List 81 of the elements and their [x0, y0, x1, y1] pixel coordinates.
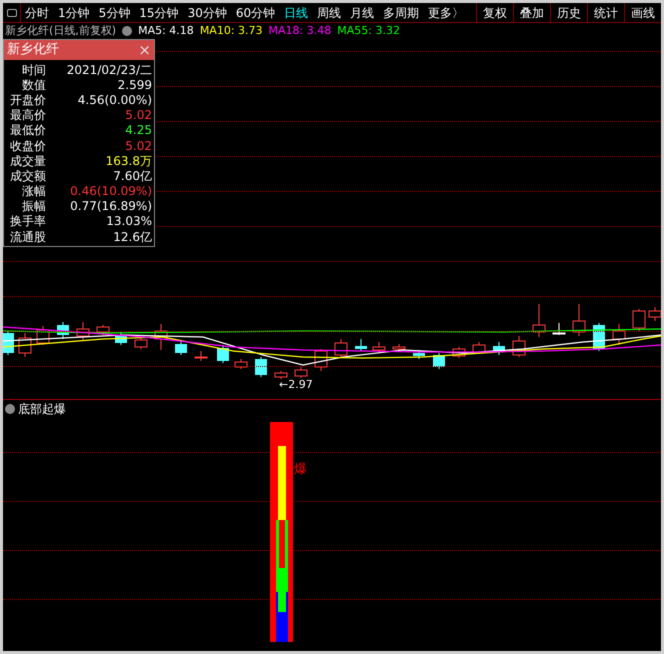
field-value: 4.25: [125, 122, 152, 140]
field-label: 成交量: [9, 152, 46, 170]
field-value: 12.6亿: [113, 228, 152, 246]
candlestick: [274, 370, 288, 380]
field-value: 2021/02/23/二: [66, 62, 152, 79]
candlestick: [452, 346, 466, 358]
candlestick: [355, 338, 367, 352]
field-label: 换手率: [9, 213, 46, 230]
dropdown-icon[interactable]: [122, 26, 132, 36]
toolbar-button[interactable]: 统计: [587, 3, 624, 22]
popup-title: 新乡化纤: [7, 41, 59, 60]
indicator-title: 底部起爆: [18, 401, 66, 418]
candlestick: [392, 344, 406, 352]
field-value: 7.60亿: [113, 168, 152, 185]
field-value: 0.46(10.09%): [70, 183, 152, 200]
period-tab[interactable]: 1分钟: [58, 4, 90, 22]
period-tab[interactable]: 更多〉: [428, 4, 464, 22]
candlestick: [217, 344, 229, 364]
candlestick: [154, 324, 168, 350]
signal-label: 爆: [294, 461, 307, 479]
field-label: 涨幅: [21, 183, 46, 200]
candlestick: [234, 358, 248, 370]
candlestick: [96, 324, 110, 336]
candlestick: [334, 338, 348, 358]
candlestick: [612, 324, 626, 346]
period-tab[interactable]: 日线: [284, 4, 308, 22]
toolbar-button[interactable]: 历史: [550, 3, 587, 22]
field-value: 13.03%: [106, 213, 152, 230]
moving-average-value: MA5: 4.18: [138, 22, 194, 39]
candlestick: [134, 336, 148, 350]
chart-title: 新乡化纤(日线,前复权): [5, 22, 116, 39]
candlestick: [552, 322, 566, 336]
candlestick: [57, 322, 69, 340]
moving-average-value: MA55: 3.32: [337, 22, 400, 39]
field-value: 4.56(0.00%): [78, 92, 152, 109]
candlestick: [472, 342, 486, 354]
period-tab[interactable]: 60分钟: [236, 4, 276, 22]
field-label: 时间: [21, 62, 46, 79]
moving-average-value: MA10: 3.73: [200, 22, 263, 39]
moving-average-value: MA18: 3.48: [268, 22, 332, 39]
field-label: 流通股: [9, 228, 46, 246]
candlestick: [632, 308, 646, 332]
field-label: 最低价: [9, 122, 46, 140]
field-value: 2.599: [118, 76, 152, 94]
candlestick: [532, 304, 546, 338]
period-tab[interactable]: 月线: [350, 4, 374, 22]
candlestick: [36, 326, 50, 346]
field-label: 最高价: [9, 107, 46, 124]
candlestick: [18, 332, 32, 358]
candlestick: [372, 342, 386, 354]
candlestick: [294, 366, 308, 378]
field-value: 5.02: [125, 138, 152, 155]
candlestick: [175, 340, 187, 356]
candlestick: [76, 322, 90, 340]
candlestick: [493, 342, 505, 356]
field-value: 0.77(16.89%): [70, 198, 152, 216]
period-tab[interactable]: 多周期: [383, 4, 420, 22]
candlestick: [255, 356, 267, 378]
candlestick: [512, 336, 526, 358]
dropdown-icon[interactable]: [5, 404, 15, 414]
period-tab[interactable]: 15分钟: [139, 4, 179, 22]
candlestick: [194, 350, 208, 362]
period-tab[interactable]: 周线: [317, 4, 342, 22]
field-label: 开盘价: [9, 92, 46, 108]
field-label: 成交额: [9, 168, 46, 185]
period-tab[interactable]: 30分钟: [188, 4, 227, 22]
low-price-marker: ←2.97: [279, 377, 313, 393]
period-tab[interactable]: 分时: [25, 4, 49, 22]
candlestick: [572, 304, 586, 336]
candlestick: [115, 332, 127, 346]
toolbar-button[interactable]: 复权: [476, 3, 513, 22]
field-value: 163.8万: [106, 152, 152, 170]
field-label: 收盘价: [9, 138, 46, 155]
field-label: 振幅: [21, 198, 46, 215]
field-value: 5.02: [125, 107, 152, 124]
panel-toggle-icon[interactable]: [6, 8, 16, 16]
period-tab[interactable]: 5分钟: [98, 4, 130, 22]
field-label: 数值: [21, 76, 46, 94]
toolbar-button[interactable]: 画线: [624, 3, 661, 22]
toolbar-button[interactable]: 叠加: [513, 3, 550, 22]
candlestick: [413, 350, 425, 360]
